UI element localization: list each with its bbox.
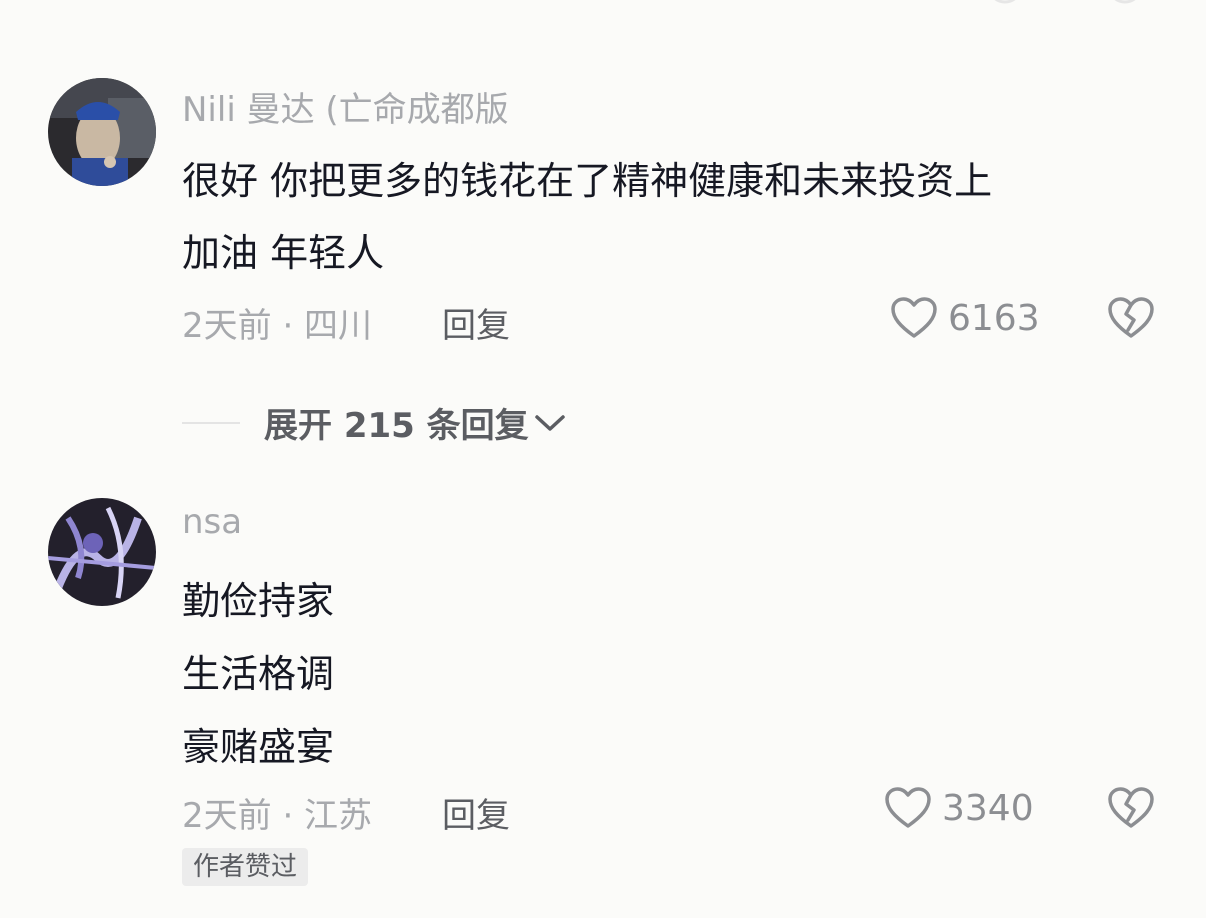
comment-text-line: 生活格调 <box>182 652 335 696</box>
comment-text-line: 勤俭持家 <box>182 579 335 623</box>
avatar-photo-icon <box>48 78 156 186</box>
like-button[interactable]: 3340 <box>884 786 1034 830</box>
dislike-button[interactable] <box>1107 786 1155 834</box>
reply-button[interactable]: 回复 <box>442 788 510 837</box>
broken-heart-icon <box>1108 787 1154 828</box>
heart-icon <box>891 297 937 338</box>
expand-replies-label: 展开 215 条回复 <box>264 406 529 446</box>
reply-button[interactable]: 回复 <box>442 298 510 347</box>
comment-text-line: 加油 年轻人 <box>182 231 385 275</box>
comment-meta: 2天前 · 四川 <box>182 306 373 346</box>
avatar-abstract-icon <box>48 498 156 606</box>
user-avatar[interactable] <box>48 78 156 186</box>
dislike-button[interactable] <box>1107 296 1155 344</box>
comment-meta: 2天前 · 江苏 <box>182 796 373 836</box>
user-avatar[interactable] <box>48 498 156 606</box>
comment-username[interactable]: nsa <box>182 502 242 542</box>
like-button[interactable]: 6163 <box>890 296 1040 340</box>
like-count: 6163 <box>948 297 1040 339</box>
broken-heart-icon <box>1108 297 1154 338</box>
comment-username[interactable]: Nili 曼达 (亡命成都版 <box>182 82 509 131</box>
author-liked-badge: 作者赞过 <box>182 848 309 886</box>
top-partial-icons <box>975 0 1175 16</box>
divider-line <box>182 421 240 424</box>
heart-icon <box>885 787 931 828</box>
comment-text-line: 豪赌盛宴 <box>182 725 335 769</box>
expand-replies-button[interactable]: 展开 215 条回复 <box>182 398 567 447</box>
chevron-down-icon <box>534 414 565 431</box>
comment-text-line: 很好 你把更多的钱花在了精神健康和未来投资上 <box>182 159 993 203</box>
like-count: 3340 <box>942 787 1034 829</box>
